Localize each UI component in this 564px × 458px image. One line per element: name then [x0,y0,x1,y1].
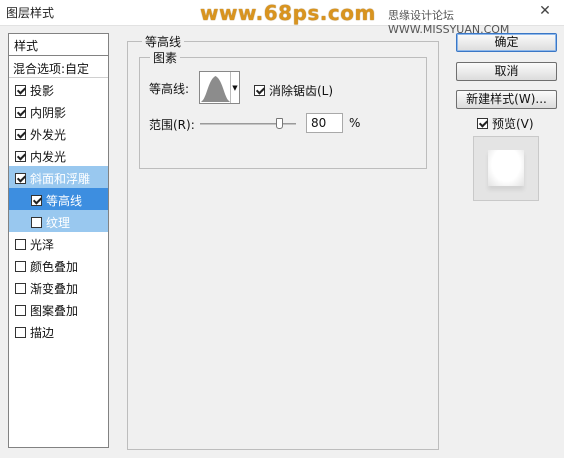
style-item-stroke[interactable]: 描边 [9,320,108,342]
checkbox-satin[interactable] [15,238,26,250]
style-item-satin[interactable]: 光泽 [9,232,108,254]
style-item-label: 等高线 [46,193,83,208]
group-title: 图素 [150,49,181,66]
preview-label: 预览(V) [492,117,534,131]
range-label: 范围(R): [149,118,195,132]
range-input[interactable]: 80 [306,113,343,133]
checkbox-bevel-emboss[interactable] [15,172,26,184]
contour-panel: 等高线 图素 等高线: ▼ 消除锯齿(L) 范围(R): 80 % [127,33,439,450]
style-item-drop-shadow[interactable]: 投影 [9,78,108,100]
new-style-button[interactable]: 新建样式(W)... [456,90,557,109]
style-item-bevel-emboss[interactable]: 斜面和浮雕 [9,166,108,188]
checkbox-outer-glow[interactable] [15,128,26,140]
style-item-label: 光泽 [30,237,55,252]
checkbox-inner-glow[interactable] [15,150,26,162]
style-item-label: 斜面和浮雕 [30,171,91,186]
style-item-inner-shadow[interactable]: 内阴影 [9,100,108,122]
checkbox-pattern-overlay[interactable] [15,304,26,316]
contour-picker[interactable]: ▼ [199,71,240,104]
styles-list: 样式 混合选项:自定 投影 内阴影 外发光 内发光 斜面和浮雕 等高线 纹理 光… [8,33,109,448]
style-item-inner-glow[interactable]: 内发光 [9,144,108,166]
chevron-down-icon[interactable]: ▼ [230,72,239,103]
style-item-label: 内阴影 [30,105,67,120]
cancel-button[interactable]: 取消 [456,62,557,81]
panel-title: 等高线 [142,33,185,50]
checkbox-gradient-overlay[interactable] [15,282,26,294]
style-item-label: 图案叠加 [30,303,79,318]
checkbox-color-overlay[interactable] [15,260,26,272]
checkbox-drop-shadow[interactable] [15,84,26,96]
preview-checkbox[interactable] [477,118,488,129]
style-item-pattern-overlay[interactable]: 图案叠加 [9,298,108,320]
window-title: 图层样式 [6,6,55,20]
antialias-label: 消除锯齿(L) [269,84,334,98]
title-bar: 图层样式 www.68ps.com 思缘设计论坛 WWW.MISSYUAN.CO… [0,0,564,36]
style-item-color-overlay[interactable]: 颜色叠加 [9,254,108,276]
style-item-label: 渐变叠加 [30,281,79,296]
contour-curve-icon [201,73,230,102]
range-slider-thumb[interactable] [276,118,283,129]
style-item-label: 描边 [30,325,55,340]
style-item-label: 投影 [30,83,55,98]
checkbox-inner-shadow[interactable] [15,106,26,118]
style-item-gradient-overlay[interactable]: 渐变叠加 [9,276,108,298]
style-item-outer-glow[interactable]: 外发光 [9,122,108,144]
antialias-checkbox[interactable] [254,85,265,96]
range-unit: % [349,116,361,130]
blending-options-item[interactable]: 混合选项:自定 [9,56,108,78]
elements-group: 图素 等高线: ▼ 消除锯齿(L) 范围(R): 80 % [139,49,427,169]
preview-swatch [488,150,524,186]
checkbox-contour[interactable] [31,194,42,206]
style-item-texture[interactable]: 纹理 [9,210,108,232]
styles-header[interactable]: 样式 [9,34,108,56]
style-item-label: 外发光 [30,127,67,142]
checkbox-stroke[interactable] [15,326,26,338]
ok-button[interactable]: 确定 [456,33,557,52]
antialias-option[interactable]: 消除锯齿(L) [254,82,333,99]
contour-label: 等高线: [149,82,190,96]
style-item-label: 内发光 [30,149,67,164]
style-item-contour[interactable]: 等高线 [9,188,108,210]
style-preview [473,136,539,201]
style-item-label: 纹理 [46,215,71,230]
preview-option[interactable]: 预览(V) [477,115,534,132]
watermark-text: www.68ps.com [200,1,376,25]
style-item-label: 颜色叠加 [30,259,79,274]
checkbox-texture[interactable] [31,216,42,228]
close-icon[interactable]: ✕ [532,1,558,21]
